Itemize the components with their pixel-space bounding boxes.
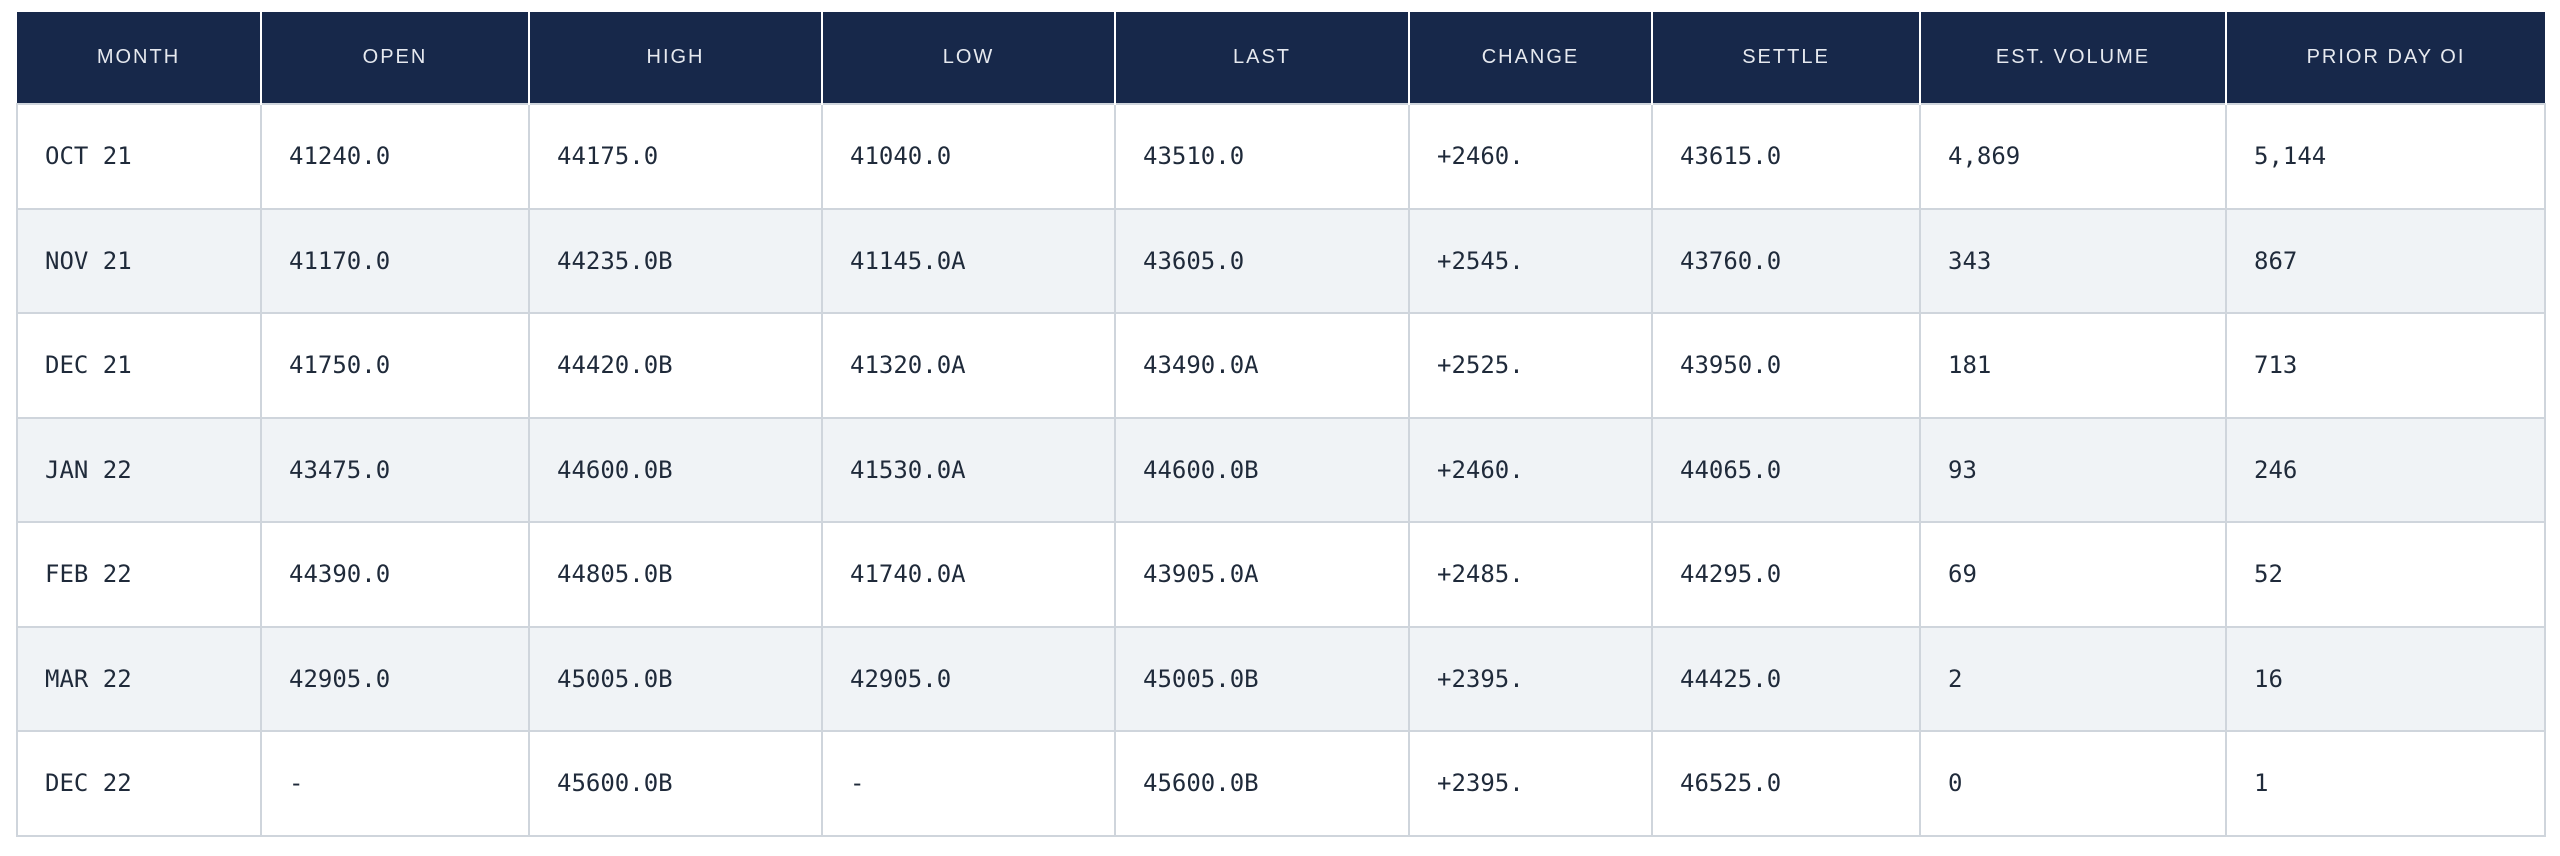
cell-last: 45005.0B xyxy=(1114,625,1410,732)
column-header-low: LOW xyxy=(822,12,1116,104)
cell-high: 45005.0B xyxy=(528,625,823,732)
cell-est-volume: 4,869 xyxy=(1919,103,2227,210)
column-header-settle: SETTLE xyxy=(1652,12,1921,104)
column-header-last: LAST xyxy=(1115,12,1410,104)
cell-change: +2525. xyxy=(1408,312,1653,419)
cell-est-volume: 343 xyxy=(1919,207,2227,314)
cell-low: 41530.0A xyxy=(821,416,1116,523)
cell-low: 41320.0A xyxy=(821,312,1116,419)
cell-month: DEC 21 xyxy=(16,312,262,419)
cell-high: 44235.0B xyxy=(528,207,823,314)
column-header-month: MONTH xyxy=(17,12,262,104)
cell-month: DEC 22 xyxy=(16,730,262,837)
cell-prior-day-oi: 713 xyxy=(2225,312,2546,419)
cell-low: 41740.0A xyxy=(821,521,1116,628)
cell-prior-day-oi: 1 xyxy=(2225,730,2546,837)
cell-change: +2395. xyxy=(1408,625,1653,732)
cell-settle: 43950.0 xyxy=(1651,312,1921,419)
cell-est-volume: 69 xyxy=(1919,521,2227,628)
cell-month: JAN 22 xyxy=(16,416,262,523)
futures-quotes-table: MONTH OPEN HIGH LOW LAST CHANGE SETTLE E… xyxy=(16,12,2546,837)
cell-est-volume: 93 xyxy=(1919,416,2227,523)
cell-change: +2460. xyxy=(1408,416,1653,523)
cell-settle: 46525.0 xyxy=(1651,730,1921,837)
cell-open: 43475.0 xyxy=(260,416,530,523)
table-row: DEC 21 41750.0 44420.0B 41320.0A 43490.0… xyxy=(16,312,2546,419)
cell-prior-day-oi: 867 xyxy=(2225,207,2546,314)
cell-month: OCT 21 xyxy=(16,103,262,210)
cell-settle: 43760.0 xyxy=(1651,207,1921,314)
table-row: JAN 22 43475.0 44600.0B 41530.0A 44600.0… xyxy=(16,416,2546,523)
cell-month: NOV 21 xyxy=(16,207,262,314)
cell-change: +2460. xyxy=(1408,103,1653,210)
cell-open: 41750.0 xyxy=(260,312,530,419)
table-row: MAR 22 42905.0 45005.0B 42905.0 45005.0B… xyxy=(16,625,2546,732)
cell-change: +2485. xyxy=(1408,521,1653,628)
table-row: FEB 22 44390.0 44805.0B 41740.0A 43905.0… xyxy=(16,521,2546,628)
cell-high: 44805.0B xyxy=(528,521,823,628)
table-row: DEC 22 - 45600.0B - 45600.0B +2395. 4652… xyxy=(16,730,2546,837)
cell-low: - xyxy=(821,730,1116,837)
cell-high: 44175.0 xyxy=(528,103,823,210)
cell-last: 45600.0B xyxy=(1114,730,1410,837)
futures-table-container: MONTH OPEN HIGH LOW LAST CHANGE SETTLE E… xyxy=(16,12,2546,837)
cell-est-volume: 0 xyxy=(1919,730,2227,837)
cell-prior-day-oi: 16 xyxy=(2225,625,2546,732)
cell-settle: 43615.0 xyxy=(1651,103,1921,210)
cell-open: 41240.0 xyxy=(260,103,530,210)
cell-last: 43905.0A xyxy=(1114,521,1410,628)
cell-prior-day-oi: 246 xyxy=(2225,416,2546,523)
cell-settle: 44065.0 xyxy=(1651,416,1921,523)
column-header-open: OPEN xyxy=(261,12,530,104)
column-header-est-volume: EST. VOLUME xyxy=(1920,12,2227,104)
cell-high: 44420.0B xyxy=(528,312,823,419)
cell-last: 43510.0 xyxy=(1114,103,1410,210)
column-header-change: CHANGE xyxy=(1409,12,1653,104)
cell-est-volume: 181 xyxy=(1919,312,2227,419)
cell-low: 41040.0 xyxy=(821,103,1116,210)
cell-month: FEB 22 xyxy=(16,521,262,628)
cell-est-volume: 2 xyxy=(1919,625,2227,732)
cell-high: 45600.0B xyxy=(528,730,823,837)
cell-last: 43605.0 xyxy=(1114,207,1410,314)
cell-open: 41170.0 xyxy=(260,207,530,314)
cell-last: 43490.0A xyxy=(1114,312,1410,419)
cell-month: MAR 22 xyxy=(16,625,262,732)
cell-low: 42905.0 xyxy=(821,625,1116,732)
cell-settle: 44425.0 xyxy=(1651,625,1921,732)
column-header-high: HIGH xyxy=(529,12,823,104)
cell-open: - xyxy=(260,730,530,837)
table-header-row: MONTH OPEN HIGH LOW LAST CHANGE SETTLE E… xyxy=(17,12,2545,104)
cell-prior-day-oi: 5,144 xyxy=(2225,103,2546,210)
cell-change: +2545. xyxy=(1408,207,1653,314)
cell-prior-day-oi: 52 xyxy=(2225,521,2546,628)
cell-open: 44390.0 xyxy=(260,521,530,628)
column-header-prior-day-oi: PRIOR DAY OI xyxy=(2306,46,2466,68)
cell-last: 44600.0B xyxy=(1114,416,1410,523)
cell-settle: 44295.0 xyxy=(1651,521,1921,628)
cell-open: 42905.0 xyxy=(260,625,530,732)
cell-change: +2395. xyxy=(1408,730,1653,837)
table-row: OCT 21 41240.0 44175.0 41040.0 43510.0 +… xyxy=(16,103,2546,210)
cell-high: 44600.0B xyxy=(528,416,823,523)
cell-low: 41145.0A xyxy=(821,207,1116,314)
table-row: NOV 21 41170.0 44235.0B 41145.0A 43605.0… xyxy=(16,207,2546,314)
